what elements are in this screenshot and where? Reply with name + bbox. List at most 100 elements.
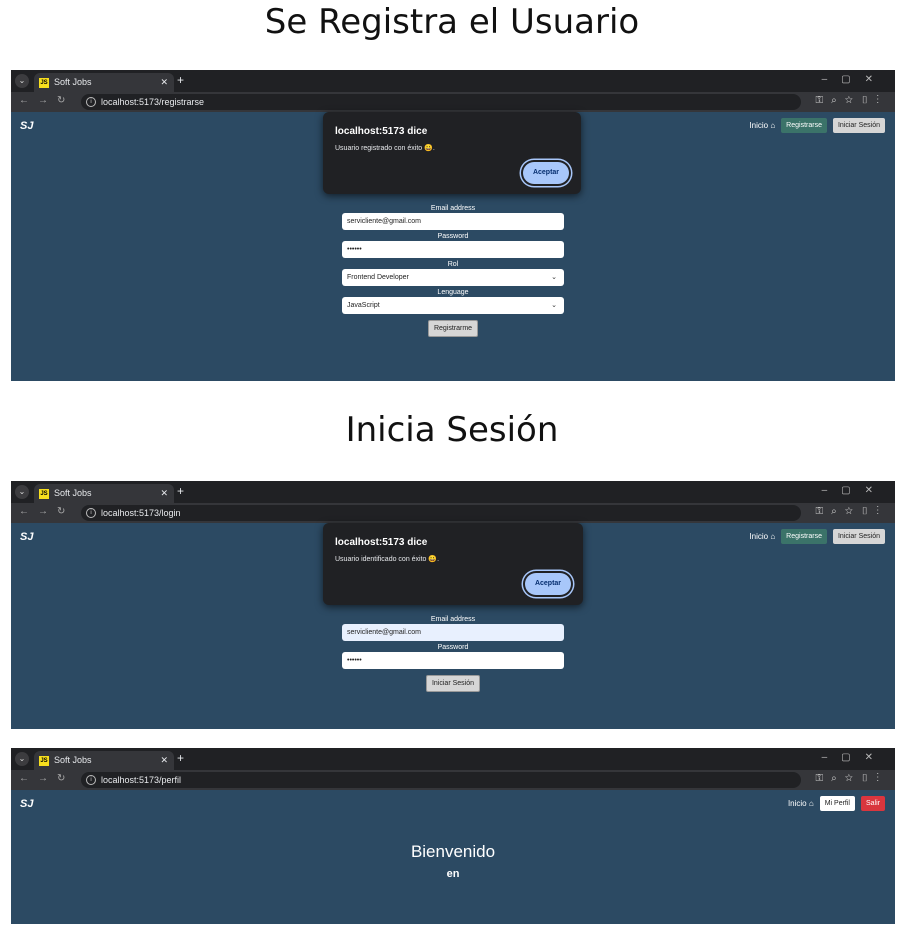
navbar-right: Inicio ⌂ Mi Perfil Salir xyxy=(788,796,885,811)
browser-tab[interactable]: JS Soft Jobs ✕ xyxy=(34,73,174,92)
nav-inicio-label: Inicio xyxy=(749,121,769,130)
iniciar-sesion-button[interactable]: Iniciar Sesión xyxy=(832,529,885,544)
tab-search-icon[interactable]: ⌄ xyxy=(15,485,29,499)
new-tab-icon[interactable]: + xyxy=(177,751,184,765)
brand-logo[interactable]: SJ xyxy=(20,531,33,543)
tab-search-icon[interactable]: ⌄ xyxy=(15,752,29,766)
email-field[interactable]: servicliente@gmail.com xyxy=(342,624,564,641)
brand-logo[interactable]: SJ xyxy=(20,798,33,810)
tab-bar: ⌄ JS Soft Jobs ✕ + –▢✕ xyxy=(11,481,895,503)
nav-buttons[interactable]: ←→↻ xyxy=(19,95,74,106)
navbar-right: Inicio ⌂ Registrarse Iniciar Sesión xyxy=(749,118,885,133)
lenguage-value: JavaScript xyxy=(347,302,380,309)
email-label: Email address xyxy=(430,616,476,623)
welcome-subtitle: en xyxy=(446,868,460,880)
window-controls[interactable]: –▢✕ xyxy=(822,74,887,85)
nav-inicio-label: Inicio xyxy=(787,799,807,808)
section-heading-register: Se Registra el Usuario xyxy=(264,2,640,42)
url-text: localhost:5173/perfil xyxy=(101,775,182,785)
email-label: Email address xyxy=(430,205,476,212)
register-form: Email address servicliente@gmail.com Pas… xyxy=(342,204,564,337)
browser-tab[interactable]: JS Soft Jobs ✕ xyxy=(34,484,174,503)
salir-button[interactable]: Salir xyxy=(860,796,885,811)
accept-button[interactable]: Aceptar xyxy=(525,573,571,595)
site-info-icon[interactable]: i xyxy=(86,97,96,107)
browser-tab[interactable]: JS Soft Jobs ✕ xyxy=(34,751,174,770)
address-bar-row: ←→↻ i localhost:5173/login ⚿⌕☆▯⋮ xyxy=(11,503,895,523)
home-icon: ⌂ xyxy=(808,799,814,808)
tab-bar: ⌄ JS Soft Jobs ✕ + –▢✕ xyxy=(11,70,895,92)
site-info-icon[interactable]: i xyxy=(86,508,96,518)
dialog-title: localhost:5173 dice xyxy=(335,537,428,548)
toolbar-icons[interactable]: ⚿⌕☆▯⋮ xyxy=(816,95,887,106)
address-bar-row: ←→↻ i localhost:5173/registrarse ⚿⌕☆▯⋮ xyxy=(11,92,895,112)
alert-dialog: localhost:5173 dice Usuario identificado… xyxy=(323,523,583,605)
tab-bar: ⌄ JS Soft Jobs ✕ + –▢✕ xyxy=(11,748,895,770)
toolbar-icons[interactable]: ⚿⌕☆▯⋮ xyxy=(816,773,887,784)
page-content: SJ Inicio ⌂ Registrarse Iniciar Sesión l… xyxy=(11,523,895,729)
registrarse-button[interactable]: Registrarse xyxy=(781,529,827,544)
tab-close-icon[interactable]: ✕ xyxy=(160,73,168,92)
dialog-title: localhost:5173 dice xyxy=(335,126,428,137)
tab-title: Soft Jobs xyxy=(54,755,92,765)
home-icon: ⌂ xyxy=(770,121,776,130)
url-field[interactable]: i localhost:5173/perfil xyxy=(81,772,801,788)
password-field[interactable]: •••••• xyxy=(342,652,564,669)
registrarse-button[interactable]: Registrarse xyxy=(781,118,827,133)
chevron-down-icon: ⌄ xyxy=(551,274,557,281)
navbar-right: Inicio ⌂ Registrarse Iniciar Sesión xyxy=(749,529,885,544)
iniciar-sesion-submit[interactable]: Iniciar Sesión xyxy=(425,675,481,692)
site-info-icon[interactable]: i xyxy=(86,775,96,785)
registrarme-button[interactable]: Registrarme xyxy=(427,320,479,337)
url-text: localhost:5173/login xyxy=(101,508,181,518)
url-field[interactable]: i localhost:5173/registrarse xyxy=(81,94,801,110)
password-label: Password xyxy=(437,644,469,651)
tab-close-icon[interactable]: ✕ xyxy=(160,484,168,503)
new-tab-icon[interactable]: + xyxy=(177,73,184,87)
toolbar-icons[interactable]: ⚿⌕☆▯⋮ xyxy=(816,506,887,517)
dialog-message: Usuario identificado con éxito 😀. xyxy=(335,556,440,563)
alert-dialog: localhost:5173 dice Usuario registrado c… xyxy=(323,112,581,194)
lenguage-select[interactable]: JavaScript ⌄ xyxy=(342,297,564,314)
js-favicon-icon: JS xyxy=(39,756,49,766)
accept-button[interactable]: Aceptar xyxy=(523,162,569,184)
browser-window-profile: ⌄ JS Soft Jobs ✕ + –▢✕ ←→↻ i localhost:5… xyxy=(11,748,895,924)
js-favicon-icon: JS xyxy=(39,78,49,88)
iniciar-sesion-button[interactable]: Iniciar Sesión xyxy=(832,118,885,133)
rol-label: Rol xyxy=(447,261,459,268)
address-bar-row: ←→↻ i localhost:5173/perfil ⚿⌕☆▯⋮ xyxy=(11,770,895,790)
password-field[interactable]: •••••• xyxy=(342,241,564,258)
lenguage-label: Lenguage xyxy=(437,289,469,296)
dialog-message: Usuario registrado con éxito 😀. xyxy=(335,145,435,152)
tab-title: Soft Jobs xyxy=(54,488,92,498)
tab-search-icon[interactable]: ⌄ xyxy=(15,74,29,88)
nav-buttons[interactable]: ←→↻ xyxy=(19,773,74,784)
rol-value: Frontend Developer xyxy=(347,274,409,281)
tab-close-icon[interactable]: ✕ xyxy=(160,751,168,770)
home-icon: ⌂ xyxy=(770,532,776,541)
browser-window-login: ⌄ JS Soft Jobs ✕ + –▢✕ ←→↻ i localhost:5… xyxy=(11,481,895,729)
rol-select[interactable]: Frontend Developer ⌄ xyxy=(342,269,564,286)
nav-inicio-link[interactable]: Inicio ⌂ xyxy=(788,799,814,808)
window-controls[interactable]: –▢✕ xyxy=(822,752,887,763)
url-field[interactable]: i localhost:5173/login xyxy=(81,505,801,521)
url-text: localhost:5173/registrarse xyxy=(101,97,205,107)
browser-window-register: ⌄ JS Soft Jobs ✕ + –▢✕ ←→↻ i localhost:5… xyxy=(11,70,895,381)
email-field[interactable]: servicliente@gmail.com xyxy=(342,213,564,230)
window-controls[interactable]: –▢✕ xyxy=(822,485,887,496)
nav-inicio-label: Inicio xyxy=(749,532,769,541)
page-content: SJ Inicio ⌂ Registrarse Iniciar Sesión l… xyxy=(11,112,895,381)
section-heading-login: Inicia Sesión xyxy=(345,410,559,450)
login-form: Email address servicliente@gmail.com Pas… xyxy=(342,615,564,692)
new-tab-icon[interactable]: + xyxy=(177,484,184,498)
tab-title: Soft Jobs xyxy=(54,77,92,87)
mi-perfil-button[interactable]: Mi Perfil xyxy=(819,796,855,811)
screenshot-collage: Se Registra el Usuario ⌄ JS Soft Jobs ✕ … xyxy=(0,0,904,931)
password-label: Password xyxy=(437,233,469,240)
brand-logo[interactable]: SJ xyxy=(20,120,33,132)
nav-buttons[interactable]: ←→↻ xyxy=(19,506,74,517)
js-favicon-icon: JS xyxy=(39,489,49,499)
nav-inicio-link[interactable]: Inicio ⌂ xyxy=(749,121,775,130)
nav-inicio-link[interactable]: Inicio ⌂ xyxy=(749,532,775,541)
chevron-down-icon: ⌄ xyxy=(551,302,557,309)
